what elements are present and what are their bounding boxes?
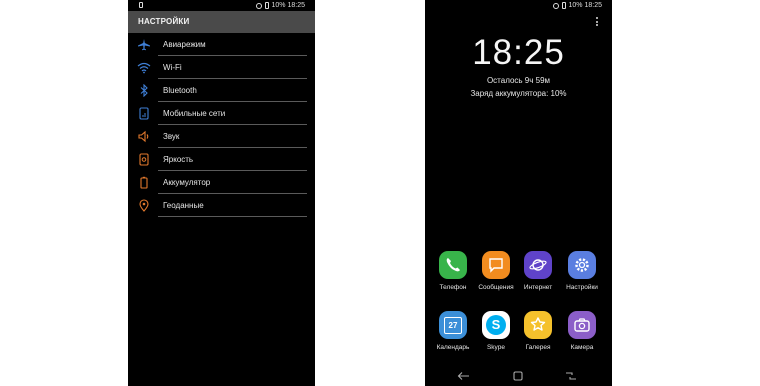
status-bar: 10% 18:25 — [425, 0, 612, 11]
alarm-icon — [552, 2, 559, 9]
settings-item-bluetooth[interactable]: Bluetooth — [128, 79, 315, 102]
app-messages[interactable]: Сообщения — [474, 251, 518, 291]
battery-icon — [140, 176, 148, 189]
settings-item-sound[interactable]: Звук — [128, 125, 315, 148]
settings-icon — [568, 251, 596, 279]
camera-icon — [568, 311, 596, 339]
settings-item-airplane[interactable]: Авиарежим — [128, 33, 315, 56]
settings-list: Авиарежим Wi-Fi Bluetooth Мобильные сети… — [128, 33, 315, 217]
settings-item-wifi[interactable]: Wi-Fi — [128, 56, 315, 79]
app-skype[interactable]: S Skype — [474, 311, 518, 351]
location-icon — [139, 199, 149, 212]
recent-apps-icon[interactable] — [563, 370, 579, 382]
app-label: Интернет — [523, 284, 553, 291]
sidebar-item-label: Авиарежим — [163, 40, 206, 49]
sound-icon — [138, 130, 149, 143]
app-label: Галерея — [525, 344, 551, 351]
sidebar-item-label: Звук — [163, 132, 180, 141]
calendar-icon: 27 — [439, 311, 467, 339]
app-gallery[interactable]: Галерея — [516, 311, 560, 351]
app-label: Камера — [570, 344, 594, 351]
settings-screen: 10% 18:25 НАСТРОЙКИ Авиарежим Wi-Fi Blue… — [128, 0, 315, 386]
phone-icon — [439, 251, 467, 279]
sidebar-item-label: Wi-Fi — [163, 63, 182, 72]
clock: 18:25 — [472, 33, 565, 72]
page-title: НАСТРОЙКИ — [138, 17, 190, 26]
settings-header: НАСТРОЙКИ — [128, 11, 315, 33]
skype-icon: S — [482, 311, 510, 339]
navigation-bar — [425, 366, 612, 386]
battery-time-left: Осталось 9ч 59м — [486, 76, 551, 85]
settings-item-battery[interactable]: Аккумулятор — [128, 171, 315, 194]
internet-icon — [524, 251, 552, 279]
calendar-day: 27 — [444, 316, 462, 334]
wifi-icon — [137, 62, 151, 74]
sidebar-item-label: Мобильные сети — [163, 109, 226, 118]
gallery-icon — [524, 311, 552, 339]
battery-status-icon — [561, 2, 566, 9]
app-phone[interactable]: Телефон — [431, 251, 475, 291]
mobile-network-icon — [139, 107, 149, 120]
app-calendar[interactable]: 27 Календарь — [431, 311, 475, 351]
settings-item-location[interactable]: Геоданные — [128, 194, 315, 217]
home-screen: 10% 18:25 18:25 Осталось 9ч 59м Заряд ак… — [425, 0, 612, 386]
app-label: Сообщения — [478, 284, 514, 291]
messages-icon — [482, 251, 510, 279]
settings-item-brightness[interactable]: Яркость — [128, 148, 315, 171]
app-label: Настройки — [566, 284, 598, 291]
app-camera[interactable]: Камера — [560, 311, 604, 351]
app-settings[interactable]: Настройки — [560, 251, 604, 291]
status-bar: 10% 18:25 — [128, 0, 315, 11]
app-label: Телефон — [439, 284, 467, 291]
alarm-icon — [255, 2, 262, 9]
sidebar-item-label: Геоданные — [163, 201, 204, 210]
settings-item-mobile-networks[interactable]: Мобильные сети — [128, 102, 315, 125]
app-internet[interactable]: Интернет — [516, 251, 560, 291]
sidebar-item-label: Аккумулятор — [163, 178, 211, 187]
divider — [158, 216, 307, 217]
battery-charge-info: Заряд аккумулятора: 10% — [470, 89, 567, 98]
brightness-icon — [139, 153, 149, 166]
status-text: 10% 18:25 — [568, 2, 602, 9]
app-label: Skype — [486, 344, 506, 351]
home-icon[interactable] — [510, 370, 526, 382]
battery-status-icon — [264, 2, 269, 9]
back-icon[interactable] — [456, 370, 472, 382]
bluetooth-icon — [140, 84, 148, 97]
app-label: Календарь — [436, 344, 470, 351]
more-options-icon[interactable] — [596, 17, 599, 26]
airplane-icon — [138, 39, 150, 51]
sidebar-item-label: Bluetooth — [163, 86, 197, 95]
status-text: 10% 18:25 — [271, 2, 305, 9]
notification-icon — [139, 2, 143, 8]
sidebar-item-label: Яркость — [163, 155, 194, 164]
